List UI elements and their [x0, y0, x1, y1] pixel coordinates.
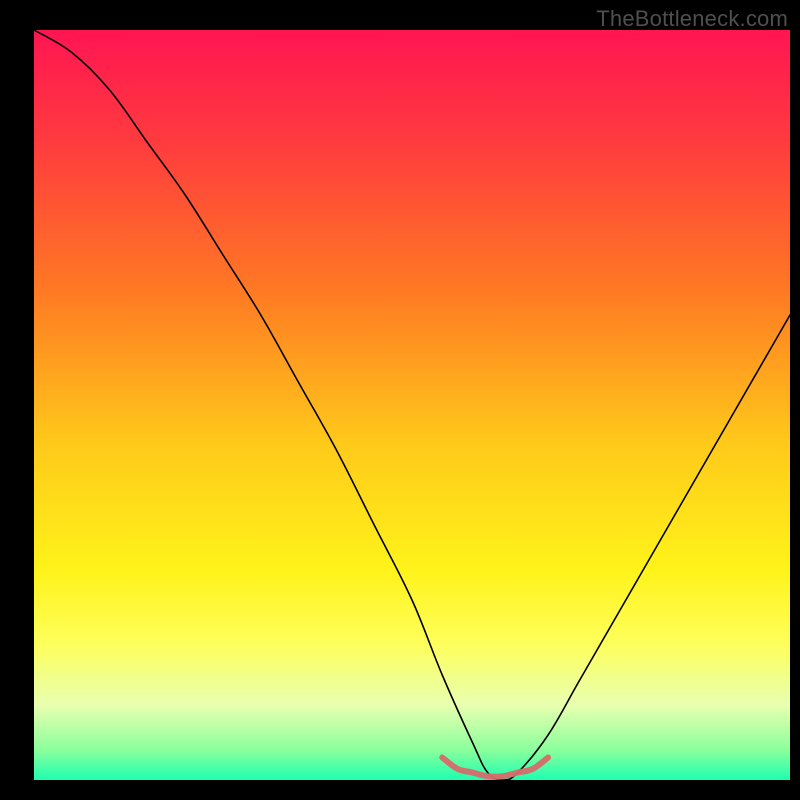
- bottleneck-chart: [0, 0, 800, 800]
- watermark-text: TheBottleneck.com: [596, 6, 788, 32]
- chart-frame: TheBottleneck.com: [0, 0, 800, 800]
